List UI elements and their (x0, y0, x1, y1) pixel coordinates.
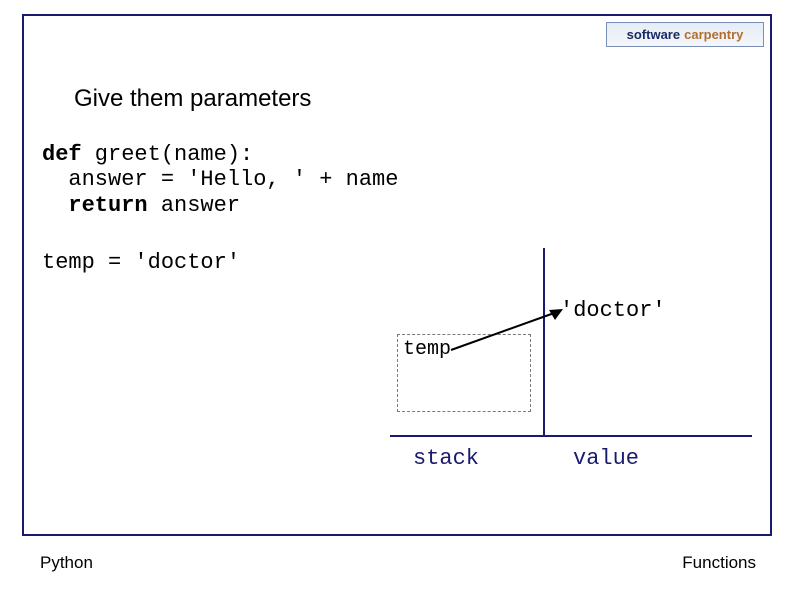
footer-right: Functions (682, 553, 756, 573)
column-stack: stack (413, 446, 479, 471)
column-value: value (573, 446, 639, 471)
code-block: def greet(name): answer = 'Hello, ' + na… (42, 142, 398, 218)
code-assignment: temp = 'doctor' (42, 250, 240, 275)
code-body-1: answer = 'Hello, ' + name (42, 167, 398, 192)
keyword-return: return (68, 193, 147, 218)
code-signature: greet(name): (82, 142, 254, 167)
keyword-def: def (42, 142, 82, 167)
value-literal: 'doctor' (560, 298, 666, 323)
logo-text-right: carpentry (684, 27, 743, 42)
slide-heading: Give them parameters (74, 85, 311, 113)
footer-left: Python (40, 553, 93, 573)
code-return-rest: answer (148, 193, 240, 218)
logo-text-left: software (627, 27, 680, 42)
stack-value-diagram: 'doctor' temp stack value (395, 248, 757, 478)
logo-software-carpentry: software carpentry (606, 22, 764, 47)
diagram-horizontal-divider (390, 435, 752, 437)
arrow-icon (451, 306, 571, 354)
var-temp: temp (403, 338, 451, 361)
